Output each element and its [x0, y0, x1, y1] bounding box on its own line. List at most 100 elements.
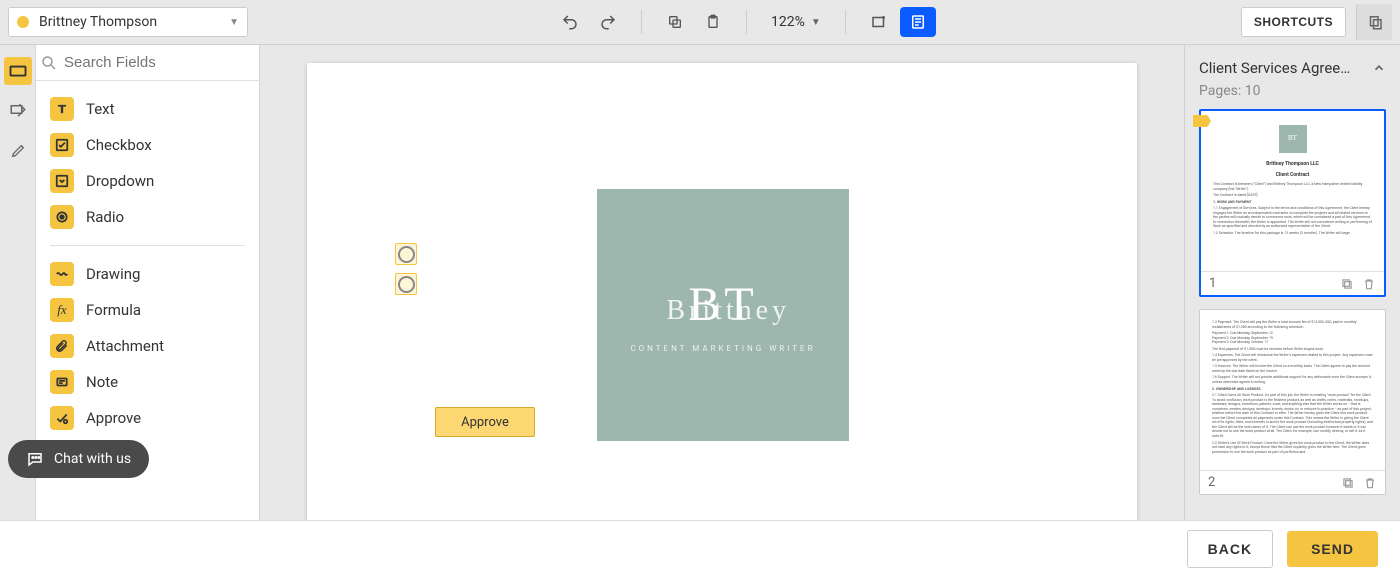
- field-label: Drawing: [86, 265, 140, 283]
- back-button[interactable]: BACK: [1187, 530, 1273, 568]
- thumb-body: 1.6 Support. The Writer will not provide…: [1212, 375, 1373, 384]
- delete-icon[interactable]: [1362, 277, 1376, 291]
- approve-field[interactable]: Approve: [435, 407, 535, 437]
- signer-color-dot: [17, 16, 29, 28]
- topbar-center: 122% ▼: [248, 5, 1241, 39]
- right-panel: Client Services Agree… Pages: 10 BT Brit…: [1184, 45, 1400, 520]
- search-icon: [40, 54, 58, 72]
- logo-subtitle: CONTENT MARKETING WRITER: [630, 344, 815, 353]
- field-approve[interactable]: Approve: [50, 400, 245, 436]
- radio-field-1[interactable]: [395, 243, 417, 265]
- dropdown-icon: [50, 169, 74, 193]
- search-input[interactable]: [64, 54, 263, 71]
- add-page-button[interactable]: [862, 5, 896, 39]
- divider: [746, 10, 747, 34]
- field-label: Dropdown: [86, 172, 154, 190]
- thumb-body: 1.1 Engagement of Services. Subject to t…: [1213, 206, 1372, 229]
- rail-pen-tab[interactable]: [4, 137, 32, 165]
- right-panel-header: Client Services Agree…: [1199, 59, 1386, 77]
- thumb-body: 1. WORK AND PAYMENT: [1213, 200, 1372, 205]
- thumbnail-2[interactable]: 1.3 Payment. The Client will pay the Wri…: [1199, 309, 1386, 495]
- thumbnail-1[interactable]: BT Brittney Thompson LLC Client Contract…: [1199, 109, 1386, 297]
- field-note[interactable]: Note: [50, 364, 245, 400]
- thumb-body: 2.1 Client Owns All Work Product. As par…: [1212, 393, 1373, 438]
- duplicate-icon[interactable]: [1340, 277, 1354, 291]
- thumb-body: This Contract is between ("Client") and …: [1213, 182, 1372, 191]
- field-formula[interactable]: fx Formula: [50, 292, 245, 328]
- field-text[interactable]: Text: [50, 91, 245, 127]
- chevron-down-icon: ▼: [229, 17, 239, 28]
- collapse-panel-button[interactable]: [1356, 4, 1392, 40]
- text-icon: [50, 97, 74, 121]
- chat-button[interactable]: Chat with us: [8, 440, 149, 478]
- field-label: Checkbox: [86, 136, 152, 154]
- approve-icon: [50, 406, 74, 430]
- field-checkbox[interactable]: Checkbox: [50, 127, 245, 163]
- attachment-icon: [50, 334, 74, 358]
- thumb-body: 1.5 Invoices. The Writer will invoice th…: [1212, 364, 1373, 373]
- field-dropdown[interactable]: Dropdown: [50, 163, 245, 199]
- zoom-value: 122%: [771, 14, 805, 30]
- footer: BACK SEND: [0, 520, 1400, 576]
- thumb-body: The first payment of $1,500 must be rece…: [1212, 347, 1373, 352]
- main: ✕ Text Checkbox Dropdown Radio Dr: [0, 45, 1400, 520]
- divider: [641, 10, 642, 34]
- chat-label: Chat with us: [54, 451, 131, 467]
- thumb-body: Payment 1: Due Monday, September 12Payme…: [1212, 331, 1373, 345]
- thumb-body: 2.2 Writer's Use Of Work Product. Once t…: [1212, 441, 1373, 455]
- signer-select[interactable]: Brittney Thompson ▼: [8, 7, 248, 37]
- delete-icon[interactable]: [1363, 476, 1377, 490]
- thumbnail-footer: 1: [1201, 271, 1384, 295]
- note-icon: [50, 370, 74, 394]
- chevron-up-icon[interactable]: [1372, 61, 1386, 75]
- page-number: 1: [1209, 276, 1332, 291]
- thumb-body: 2. OWNERSHIP AND LICENSES: [1212, 387, 1373, 392]
- shortcuts-button[interactable]: SHORTCUTS: [1241, 7, 1346, 37]
- undo-button[interactable]: [553, 5, 587, 39]
- redo-button[interactable]: [591, 5, 625, 39]
- form-builder-button[interactable]: [900, 7, 936, 37]
- thumbnail-footer: 2: [1200, 470, 1385, 494]
- chat-icon: [26, 450, 44, 468]
- field-label: Attachment: [86, 337, 164, 355]
- field-radio[interactable]: Radio: [50, 199, 245, 235]
- logo-block: BT Brittney CONTENT MARKETING WRITER: [597, 189, 849, 441]
- thumb-heading: Client Contract: [1209, 172, 1376, 179]
- zoom-select[interactable]: 122% ▼: [763, 14, 829, 30]
- field-label: Text: [86, 100, 115, 118]
- thumbnail-preview: BT Brittney Thompson LLC Client Contract…: [1201, 111, 1384, 271]
- thumbnail-preview: 1.3 Payment. The Client will pay the Wri…: [1200, 310, 1385, 470]
- page-number: 2: [1208, 475, 1333, 490]
- checkbox-icon: [50, 133, 74, 157]
- send-button[interactable]: SEND: [1287, 531, 1378, 567]
- field-label: Radio: [86, 208, 124, 226]
- pages-count: Pages: 10: [1199, 83, 1386, 99]
- field-label: Note: [86, 373, 118, 391]
- copy-button[interactable]: [658, 5, 692, 39]
- thumb-body: 1.3 Payment. The Client will pay the Wri…: [1212, 320, 1373, 329]
- document-page[interactable]: BT Brittney CONTENT MARKETING WRITER App…: [307, 63, 1137, 520]
- thumb-heading: Brittney Thompson LLC: [1209, 161, 1376, 168]
- paste-button[interactable]: [696, 5, 730, 39]
- formula-icon: fx: [50, 298, 74, 322]
- duplicate-icon[interactable]: [1341, 476, 1355, 490]
- field-label: Approve: [86, 409, 141, 427]
- radio-field-2[interactable]: [395, 273, 417, 295]
- rail-edit-tab[interactable]: [4, 97, 32, 125]
- logo-script: Brittney: [666, 295, 790, 327]
- thumb-body: 1.4 Expenses. The Client will reimburse …: [1212, 353, 1373, 362]
- rail-fields-tab[interactable]: [4, 57, 32, 85]
- thumb-body: The Contract is dated [DATE].: [1213, 193, 1372, 198]
- radio-icon: [50, 205, 74, 229]
- field-attachment[interactable]: Attachment: [50, 328, 245, 364]
- topbar: Brittney Thompson ▼ 122% ▼ SHORTCUTS: [0, 0, 1400, 45]
- logo-initials: BT Brittney: [688, 277, 757, 332]
- thumbnails: BT Brittney Thompson LLC Client Contract…: [1199, 109, 1386, 495]
- divider: [50, 245, 245, 246]
- shortcuts-wrap: SHORTCUTS: [1241, 7, 1346, 37]
- field-label: Formula: [86, 301, 141, 319]
- search-wrap: ✕: [36, 45, 259, 81]
- divider: [845, 10, 846, 34]
- canvas-area[interactable]: BT Brittney CONTENT MARKETING WRITER App…: [260, 45, 1184, 520]
- field-drawing[interactable]: Drawing: [50, 256, 245, 292]
